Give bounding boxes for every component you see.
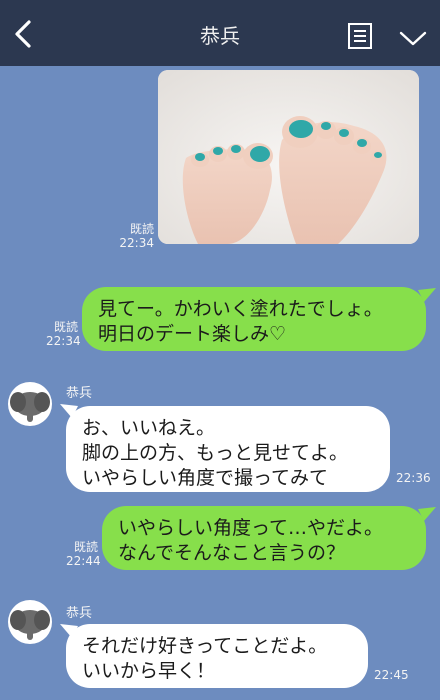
- bubble-tail: [418, 507, 436, 521]
- read-receipt: 既読: [73, 540, 98, 554]
- message-time: 22:34: [46, 334, 81, 348]
- message-line: お、いいねえ。: [82, 417, 216, 439]
- message-line: なんでそんなこと言うの？: [118, 542, 346, 564]
- message-time: 22:36: [396, 471, 431, 485]
- read-receipt: 既読: [129, 222, 154, 236]
- read-receipt: 既読: [53, 320, 78, 334]
- message-line: 脚の上の方、もっと見せてよ。: [82, 442, 349, 464]
- notes-icon[interactable]: [346, 22, 374, 50]
- message-time: 22:34: [119, 236, 154, 250]
- avatar[interactable]: [8, 382, 52, 426]
- elephant-icon: [10, 610, 50, 640]
- message-line: それだけ好きってことだよ。: [82, 635, 328, 657]
- message-time: 22:44: [66, 554, 101, 568]
- chat-header: 恭兵: [0, 0, 440, 66]
- avatar[interactable]: [8, 600, 52, 644]
- chevron-down-icon[interactable]: [398, 28, 428, 48]
- pedicure-feet-photo: [158, 70, 419, 244]
- message-meta: 既読 22:34: [110, 222, 154, 250]
- bubble-tail: [418, 288, 436, 302]
- message-line: いいから早く！: [82, 660, 216, 682]
- received-message-bubble[interactable]: それだけ好きってことだよ。 いいから早く！: [66, 624, 368, 688]
- message-meta: 既読 22:34: [46, 320, 81, 348]
- message-time: 22:45: [374, 668, 409, 682]
- message-line: いやらしい角度で撮ってみて: [82, 467, 329, 489]
- sender-name: 恭兵: [66, 386, 93, 401]
- sent-message-bubble[interactable]: 見てー。かわいく塗れたでしょ。 明日のデート楽しみ♡: [82, 287, 426, 351]
- message-line: いやらしい角度って…やだよ。: [118, 517, 384, 539]
- received-message-bubble[interactable]: お、いいねえ。 脚の上の方、もっと見せてよ。 いやらしい角度で撮ってみて: [66, 406, 390, 492]
- message-meta: 既読 22:44: [66, 540, 101, 568]
- photo-message[interactable]: [158, 70, 419, 244]
- sender-name: 恭兵: [66, 606, 93, 621]
- elephant-icon: [10, 392, 50, 422]
- message-line: 明日のデート楽しみ♡: [98, 323, 287, 345]
- message-line: 見てー。かわいく塗れたでしょ。: [98, 298, 383, 320]
- sent-message-bubble[interactable]: いやらしい角度って…やだよ。 なんでそんなこと言うの？: [102, 506, 426, 570]
- chat-title: 恭兵: [200, 24, 240, 48]
